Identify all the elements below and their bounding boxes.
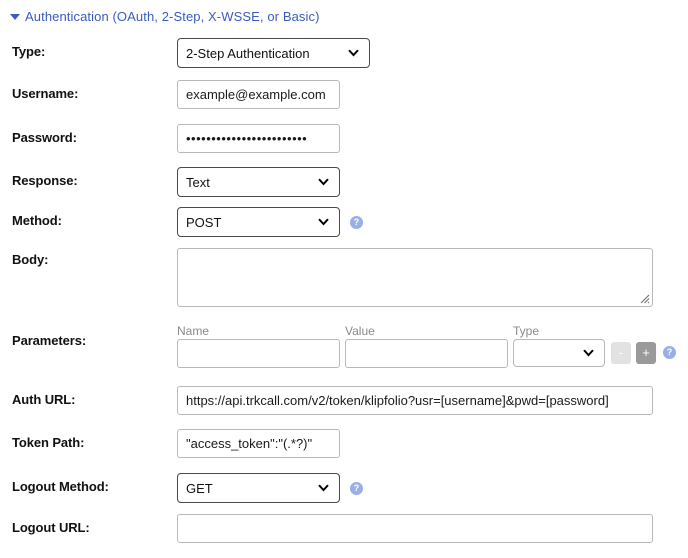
parameter-type-select[interactable] <box>513 339 605 367</box>
add-parameter-button[interactable]: + <box>636 342 656 364</box>
row-method: Method: POST ? <box>0 207 688 237</box>
authentication-section-title: Authentication (OAuth, 2-Step, X-WSSE, o… <box>25 9 320 24</box>
body-label: Body: <box>12 252 49 267</box>
logout-method-select-value: GET <box>186 480 213 496</box>
chevron-down-icon <box>581 346 596 361</box>
logout-method-select[interactable]: GET <box>177 473 340 503</box>
help-circle-icon[interactable]: ? <box>350 482 363 495</box>
type-label: Type: <box>12 44 46 59</box>
type-select[interactable]: 2-Step Authentication <box>177 38 370 68</box>
row-response: Response: Text <box>0 167 688 197</box>
chevron-down-icon <box>346 46 361 61</box>
row-parameters: Parameters: Name Value Type - + ? <box>0 324 688 368</box>
auth-url-input[interactable] <box>177 386 653 415</box>
chevron-down-icon <box>316 175 331 190</box>
help-circle-icon[interactable]: ? <box>663 346 676 359</box>
remove-parameter-button[interactable]: - <box>611 342 631 364</box>
password-input[interactable] <box>177 124 340 153</box>
triangle-down-icon <box>10 14 20 20</box>
parameter-name-input[interactable] <box>177 339 340 368</box>
response-label: Response: <box>12 173 78 188</box>
logout-method-label: Logout Method: <box>12 479 109 494</box>
method-select-value: POST <box>186 214 222 230</box>
method-select[interactable]: POST <box>177 207 340 237</box>
token-path-input[interactable] <box>177 429 340 458</box>
type-select-value: 2-Step Authentication <box>186 45 310 61</box>
parameters-value-column-header: Value <box>345 324 375 338</box>
username-label: Username: <box>12 86 79 101</box>
row-type: Type: 2-Step Authentication <box>0 38 688 68</box>
response-select[interactable]: Text <box>177 167 340 197</box>
chevron-down-icon <box>316 215 331 230</box>
username-input[interactable] <box>177 80 340 109</box>
parameters-type-column-header: Type <box>513 324 540 338</box>
parameters-name-column-header: Name <box>177 324 210 338</box>
body-textarea-wrap <box>177 248 653 307</box>
password-label: Password: <box>12 130 77 145</box>
body-textarea[interactable] <box>177 248 653 307</box>
parameter-value-input[interactable] <box>345 339 508 368</box>
response-select-value: Text <box>186 174 210 190</box>
logout-url-label: Logout URL: <box>12 520 90 535</box>
token-path-label: Token Path: <box>12 435 85 450</box>
chevron-down-icon <box>316 481 331 496</box>
row-logout-method: Logout Method: GET ? <box>0 473 688 503</box>
authentication-section-toggle[interactable]: Authentication (OAuth, 2-Step, X-WSSE, o… <box>10 9 320 24</box>
parameters-label: Parameters: <box>12 333 87 348</box>
method-label: Method: <box>12 213 62 228</box>
logout-url-input[interactable] <box>177 514 653 543</box>
help-circle-icon[interactable]: ? <box>350 216 363 229</box>
auth-url-label: Auth URL: <box>12 392 76 407</box>
